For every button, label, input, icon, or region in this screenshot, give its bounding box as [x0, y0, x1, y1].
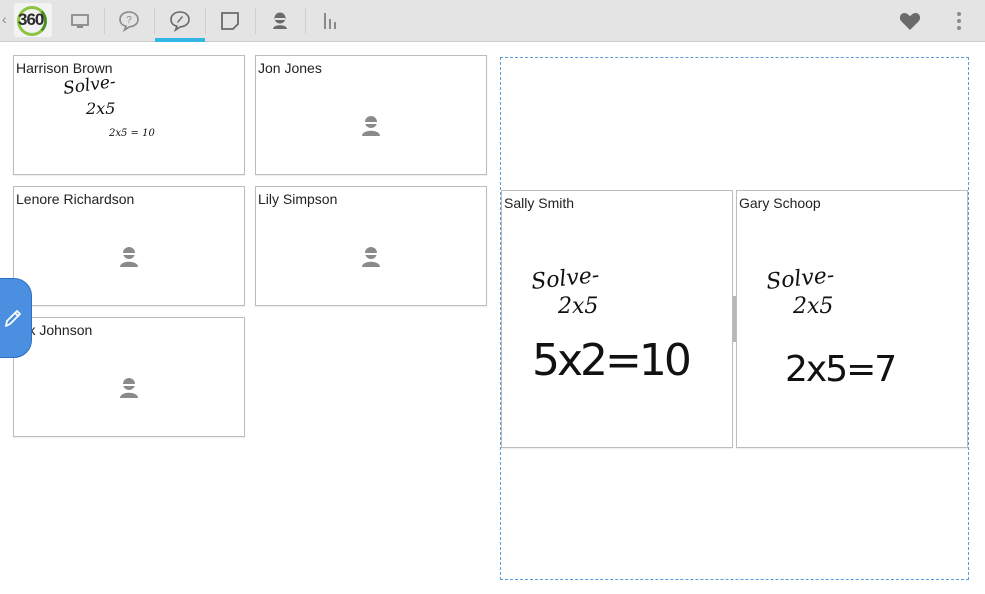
pen-tool-tab[interactable] — [0, 278, 32, 358]
student-avatar-icon — [362, 247, 380, 267]
answer-line: 2x5 = 10 — [108, 128, 155, 139]
tab-notes[interactable] — [206, 0, 254, 42]
student-card[interactable]: ark Johnson — [13, 317, 245, 437]
heart-icon[interactable] — [898, 10, 922, 32]
back-chevron-icon[interactable]: ‹ — [2, 11, 7, 27]
compare-card[interactable]: Gary Schoop Solve- 2x5 2x5=7 — [736, 190, 968, 448]
svg-text:?: ? — [126, 15, 132, 26]
student-card[interactable]: Jon Jones — [255, 55, 487, 175]
toolbar-divider — [154, 8, 155, 34]
student-icon — [273, 12, 287, 29]
student-avatar-icon — [120, 378, 138, 398]
tab-reports[interactable] — [306, 0, 354, 42]
bar-chart-icon — [324, 13, 336, 29]
answer-line: 2x5=7 — [785, 349, 895, 390]
active-tab-indicator — [155, 38, 205, 42]
answer-line: Solve- — [62, 72, 117, 99]
answer-line: 2x5 — [792, 294, 833, 319]
tab-answers[interactable] — [156, 0, 204, 42]
student-card[interactable]: Lily Simpson — [255, 186, 487, 306]
tab-students[interactable] — [256, 0, 304, 42]
note-icon — [221, 12, 239, 30]
answer-line: 2x5 — [85, 99, 115, 118]
answer-line: 5x2=10 — [532, 335, 690, 386]
student-avatar-icon — [362, 116, 380, 136]
handwritten-answer: Solve- 2x5 2x5=7 — [765, 263, 897, 390]
more-vert-icon[interactable] — [950, 10, 968, 32]
answer-line: 2x5 — [557, 294, 598, 319]
tab-questions[interactable]: ? — [105, 0, 153, 42]
compare-card[interactable]: Sally Smith Solve- 2x5 5x2=10 — [501, 190, 733, 448]
student-name: Jon Jones — [258, 60, 322, 76]
toolbar: ‹ 360 ? — [0, 0, 985, 42]
monitor-icon — [71, 14, 89, 28]
app-root: ‹ 360 ? Harrison Brown Solve- 2x5 2x5 = … — [0, 0, 985, 594]
answer-line: Solve- — [765, 263, 835, 295]
handwritten-answer: Solve- 2x5 5x2=10 — [530, 263, 693, 386]
pencil-icon — [5, 310, 21, 327]
tab-screens[interactable] — [56, 0, 104, 42]
student-card[interactable]: Lenore Richardson — [13, 186, 245, 306]
student-name: Lenore Richardson — [16, 191, 135, 207]
app-logo[interactable]: 360 — [14, 3, 52, 37]
answer-bubble-icon — [170, 11, 190, 32]
logo-text: 360 — [18, 10, 44, 29]
handwritten-answer: Solve- 2x5 2x5 = 10 — [62, 72, 156, 139]
answer-line: Solve- — [530, 263, 600, 295]
student-card[interactable]: Harrison Brown Solve- 2x5 2x5 = 10 — [13, 55, 245, 175]
student-name: Lily Simpson — [258, 191, 338, 207]
student-avatar-icon — [120, 247, 138, 267]
question-bubble-icon: ? — [119, 11, 139, 32]
